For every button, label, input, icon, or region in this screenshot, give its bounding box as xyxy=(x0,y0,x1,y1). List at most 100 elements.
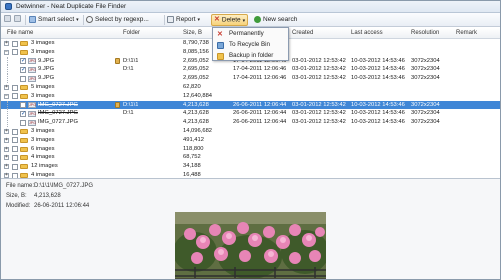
file-last-access: 10-03-2012 14:53:46 xyxy=(351,75,405,82)
file-name: IMG_0727.JPG xyxy=(38,110,78,117)
file-size: 8,085,156 xyxy=(183,48,209,55)
forward-button[interactable] xyxy=(14,15,21,25)
smart-select-button[interactable]: Smart select ▾ xyxy=(29,15,79,25)
file-row[interactable]: JPG9.JPG D:\1 2,695,052 17-04-2011 12:06:46… xyxy=(1,65,500,75)
group-checkbox[interactable] xyxy=(12,40,18,47)
folder-icon xyxy=(217,53,224,60)
file-modified: 26-06-2011 12:06:44 xyxy=(233,101,287,108)
file-name: 9.JPG xyxy=(38,66,55,73)
menu-item-permanently[interactable]: ✕ Permanently xyxy=(214,29,288,39)
expand-icon[interactable]: + xyxy=(4,146,9,152)
column-header-created[interactable]: Created xyxy=(292,30,313,36)
tree-line xyxy=(7,100,8,110)
file-name-value: D:\1\1\IMG_0727.JPG xyxy=(34,183,94,189)
file-resolution: 3072x2304 xyxy=(411,66,440,73)
delete-button[interactable]: ✕ Delete ▾ xyxy=(211,14,249,26)
file-created: 03-01-2012 12:53:42 xyxy=(292,119,346,126)
expand-icon[interactable]: + xyxy=(4,155,9,161)
column-header-folder[interactable]: Folder xyxy=(123,30,140,36)
column-header-size[interactable]: Size, B xyxy=(183,30,202,36)
lock-icon xyxy=(115,102,120,109)
group-checkbox[interactable] xyxy=(12,84,18,91)
report-icon xyxy=(167,15,174,23)
column-header-last-access[interactable]: Last access xyxy=(351,30,383,36)
expand-icon[interactable]: + xyxy=(4,129,9,134)
expand-icon[interactable]: + xyxy=(4,41,9,46)
file-checkbox[interactable] xyxy=(20,102,26,109)
group-row[interactable]: − 3 images 12,640,884 xyxy=(1,92,500,101)
group-checkbox[interactable] xyxy=(12,93,18,100)
file-checkbox[interactable] xyxy=(20,57,26,66)
jpg-file-icon: JPG xyxy=(28,66,36,73)
group-name: 3 images xyxy=(31,136,55,143)
group-name: 3 images xyxy=(31,40,55,46)
select-by-regexp-button[interactable]: Select by regexp... xyxy=(86,15,149,25)
group-checkbox[interactable] xyxy=(12,163,18,170)
file-size: 4,213,628 xyxy=(183,119,209,126)
expand-icon[interactable]: + xyxy=(4,137,9,143)
column-header-remark[interactable]: Remark xyxy=(456,30,477,36)
folder-icon xyxy=(20,137,28,143)
menu-item-to-recycle-bin[interactable]: To Recycle Bin xyxy=(214,40,288,50)
delete-permanently-icon: ✕ xyxy=(217,31,223,38)
menu-item-permanently-label: Permanently xyxy=(229,30,264,37)
file-checkbox[interactable] xyxy=(20,119,26,126)
new-search-button[interactable]: New search xyxy=(254,15,297,25)
expand-icon[interactable]: + xyxy=(4,164,9,170)
group-row[interactable]: +3 images 491,412 xyxy=(1,136,500,145)
group-row[interactable]: +5 images 62,820 xyxy=(1,83,500,92)
group-row[interactable]: +6 images 118,800 xyxy=(1,145,500,154)
group-row[interactable]: +3 images 14,096,682 xyxy=(1,127,500,136)
expand-icon[interactable]: + xyxy=(4,85,9,90)
file-row[interactable]: JPG IMG_0727.JPG D:\1\1 4,213,628 26-06-2011… xyxy=(1,100,500,110)
file-row[interactable]: JPGIMG_0727.JPG D:\1 4,213,628 26-06-2011 1… xyxy=(1,109,500,119)
group-checkbox[interactable] xyxy=(12,146,18,153)
tree-line xyxy=(7,74,8,83)
file-folder: D:\1 xyxy=(123,110,134,117)
file-row[interactable]: JPG 9.JPG 2,695,052 17-04-2011 12:06:46 03-0… xyxy=(1,74,500,83)
window-title: Detwinner - Neat Duplicate File Finder xyxy=(16,3,127,10)
jpg-file-icon: JPG xyxy=(28,75,36,82)
collapse-icon[interactable]: − xyxy=(4,49,9,55)
group-name: 4 images xyxy=(31,154,55,161)
file-name-label: File name: xyxy=(6,183,35,189)
file-last-access: 10-03-2012 14:53:46 xyxy=(351,110,405,117)
tree-line xyxy=(7,118,8,127)
collapse-icon[interactable]: − xyxy=(4,93,9,99)
file-created: 03-01-2012 12:53:42 xyxy=(292,75,346,82)
file-row[interactable]: JPG IMG_0727.JPG 4,213,628 26-06-2011 12:06… xyxy=(1,118,500,127)
new-search-label: New search xyxy=(263,16,298,23)
tree-line xyxy=(7,109,8,119)
file-last-access: 10-03-2012 14:53:46 xyxy=(351,119,405,126)
toolbar-separator xyxy=(164,15,165,25)
group-checkbox[interactable] xyxy=(12,137,18,144)
file-size: 62,820 xyxy=(183,84,201,90)
group-name: 6 images xyxy=(31,145,55,152)
group-checkbox[interactable] xyxy=(12,49,18,56)
file-size: 118,800 xyxy=(183,145,204,152)
group-checkbox[interactable] xyxy=(12,128,18,135)
file-created: 03-01-2012 12:53:42 xyxy=(292,110,346,117)
column-header-file-name[interactable]: File name xyxy=(7,30,33,36)
chevron-down-icon: ▾ xyxy=(197,17,201,23)
regexp-icon xyxy=(86,15,93,23)
column-header-resolution[interactable]: Resolution xyxy=(411,30,439,36)
file-size: 2,695,052 xyxy=(183,57,209,64)
file-checkbox[interactable] xyxy=(20,66,26,75)
file-checkbox[interactable] xyxy=(20,75,26,82)
menu-item-backup-in-folder[interactable]: Backup in folder xyxy=(214,51,288,61)
group-row[interactable]: +4 images 68,752 xyxy=(1,153,500,162)
image-preview xyxy=(175,212,326,279)
back-button[interactable] xyxy=(4,15,11,25)
report-button[interactable]: Report ▾ xyxy=(167,15,200,25)
file-name: 9.JPG xyxy=(38,75,55,82)
folder-icon xyxy=(20,164,28,170)
file-checkbox[interactable] xyxy=(20,110,26,119)
group-row[interactable]: +12 images 34,188 xyxy=(1,162,500,171)
app-icon xyxy=(5,3,12,10)
folder-icon xyxy=(20,155,28,161)
app-window: Detwinner - Neat Duplicate File Finder S… xyxy=(0,0,501,280)
delete-icon: ✕ xyxy=(214,16,220,23)
group-checkbox[interactable] xyxy=(12,154,18,161)
file-size: 8,790,738 xyxy=(183,40,209,46)
